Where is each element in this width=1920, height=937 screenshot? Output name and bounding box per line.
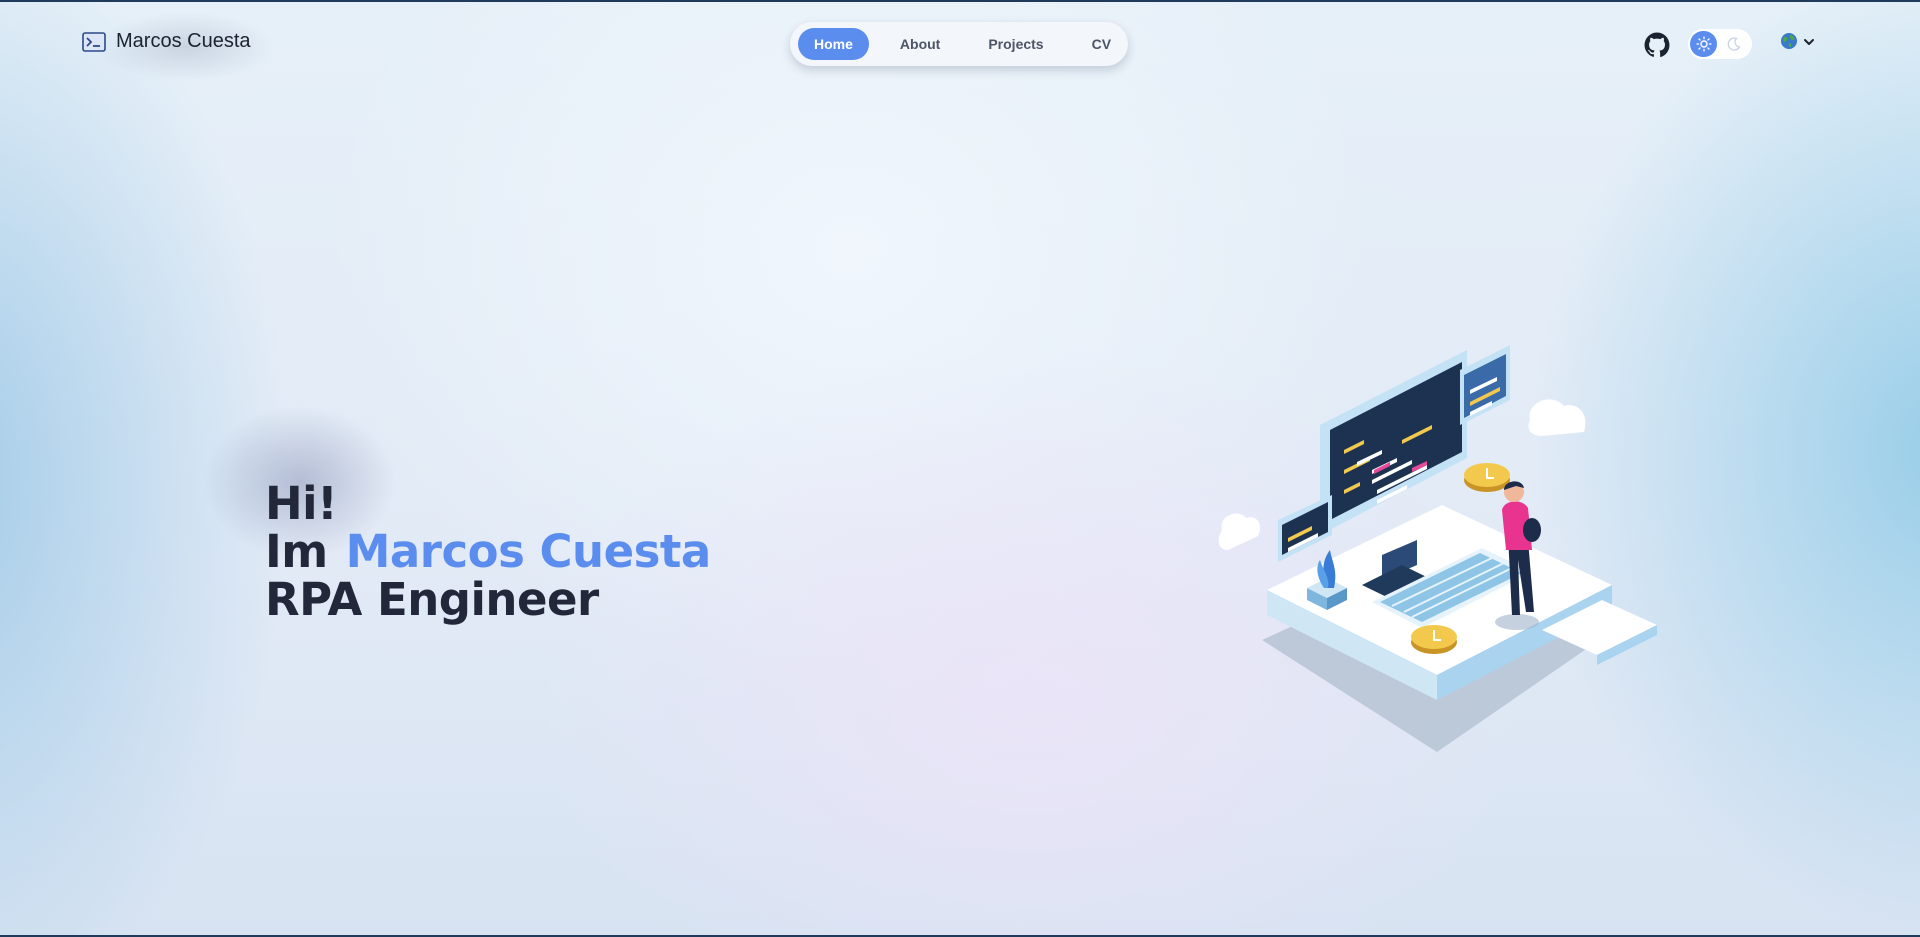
nav-cv[interactable]: CV — [1075, 28, 1128, 60]
hero-role: RPA Engineer — [265, 573, 599, 626]
moon-icon — [1726, 36, 1742, 52]
developer-workstation-illustration — [1212, 340, 1672, 760]
main-nav: Home About Projects CV — [790, 22, 1128, 66]
hero-intro-line: Im Marcos Cuesta — [265, 528, 711, 576]
github-icon[interactable] — [1644, 32, 1670, 58]
brand-name: Marcos Cuesta — [116, 30, 251, 52]
hero-heading: Hi! Im Marcos Cuesta RPA Engineer — [265, 480, 711, 624]
globe-icon — [1780, 32, 1798, 54]
nav-home[interactable]: Home — [798, 28, 869, 60]
hero-name: Marcos Cuesta — [345, 525, 712, 578]
brand-logo[interactable]: Marcos Cuesta — [82, 30, 251, 53]
sun-icon — [1690, 31, 1717, 57]
nav-about[interactable]: About — [883, 28, 957, 60]
theme-toggle[interactable] — [1688, 29, 1752, 59]
hero-intro: Im — [265, 525, 328, 578]
terminal-icon — [82, 31, 106, 52]
language-selector[interactable] — [1780, 32, 1816, 54]
chevron-down-icon — [1802, 34, 1816, 53]
hero-greeting: Hi! — [265, 477, 338, 530]
nav-projects[interactable]: Projects — [971, 28, 1060, 60]
